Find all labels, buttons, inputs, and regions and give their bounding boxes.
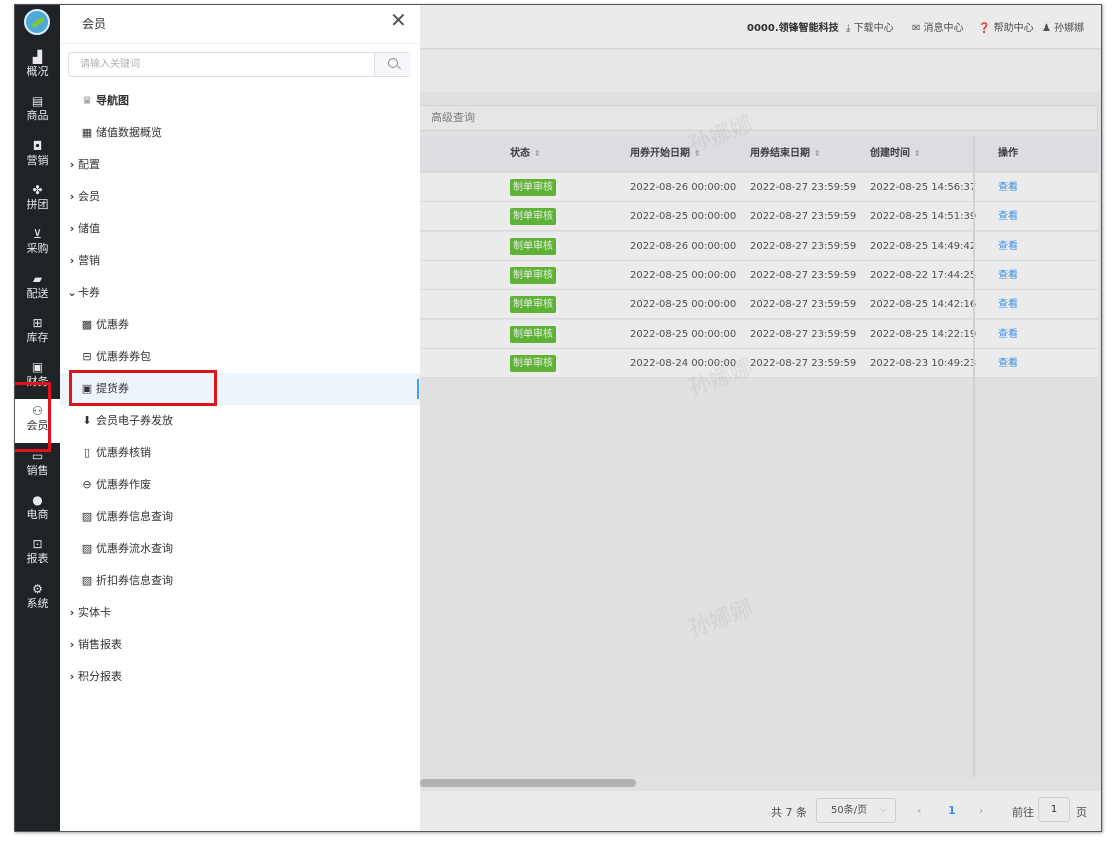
nav-item-label: 采购	[26, 242, 49, 256]
nav-item-label: 报表	[26, 552, 49, 566]
nav-item-label: 库存	[26, 330, 49, 344]
nav-item-10[interactable]: ● 电商	[15, 488, 60, 532]
phone-icon: ▯	[83, 446, 91, 459]
menu-group[interactable]: › 营销	[60, 245, 420, 277]
menu-item[interactable]: ▩ 优惠券	[60, 309, 420, 341]
minus-circle-icon: ⊖	[82, 478, 92, 491]
nav-item-label: 拼团	[26, 197, 49, 211]
coupon-pack-icon: ⊟	[82, 350, 92, 363]
chevron-right-icon: ›	[69, 158, 75, 171]
menu-item-label: 优惠券作废	[96, 478, 151, 491]
chevron-right-icon: ›	[69, 190, 75, 203]
nav-item-label: 销售	[26, 463, 49, 477]
menu-item[interactable]: ♕ 导航图	[60, 85, 420, 117]
cart-icon: ⊻	[33, 227, 42, 242]
menu-group[interactable]: ⌄ 卡券	[60, 277, 420, 309]
panel-divider	[60, 43, 420, 44]
bag-icon: ◘	[32, 138, 43, 153]
document-icon: ▤	[31, 94, 44, 109]
menu-item-label: 储值数据概览	[96, 126, 162, 139]
chevron-right-icon: ›	[69, 670, 75, 683]
chevron-right-icon: ›	[69, 638, 75, 651]
nav-item-label: 商品	[26, 109, 49, 123]
member-menu-panel: 会员 ✕ ♕导航图▦储值数据概览›配置›会员›储值›营销⌄卡券▩优惠券⊟优惠券券…	[60, 5, 420, 831]
nav-item-12[interactable]: ⚙ 系统	[15, 577, 60, 621]
menu-item-label: 优惠券流水查询	[96, 542, 173, 555]
chevron-right-icon: ›	[69, 222, 75, 235]
truck-icon: ▰	[32, 271, 43, 286]
board-icon: ⊡	[32, 537, 43, 552]
menu-item-label: 卡券	[78, 286, 100, 299]
nav-item-1[interactable]: ▤ 商品	[15, 89, 60, 133]
person-icon: ●	[32, 493, 43, 507]
download-icon: ⬇	[82, 414, 92, 427]
chart-icon: ▦	[81, 126, 93, 139]
wallet-icon: ▣	[31, 360, 44, 375]
menu-item[interactable]: ▯ 优惠券核销	[60, 437, 420, 469]
menu-group[interactable]: › 实体卡	[60, 597, 420, 629]
nav-item-label: 营销	[26, 153, 49, 167]
panel-title: 会员	[82, 17, 107, 31]
chevron-right-icon: ›	[69, 254, 75, 267]
menu-item-label: 储值	[78, 222, 100, 235]
menu-item-label: 折扣券信息查询	[96, 574, 173, 587]
nav-item-3[interactable]: ✤ 拼团	[15, 178, 60, 222]
menu-item-label: 导航图	[96, 94, 129, 107]
menu-item[interactable]: ▨ 折扣券信息查询	[60, 565, 420, 597]
nav-item-label: 系统	[26, 596, 49, 610]
menu-item-label: 优惠券核销	[96, 446, 151, 459]
nav-item-11[interactable]: ⊡ 报表	[15, 532, 60, 576]
building-icon: ▟	[32, 50, 43, 64]
app-window: ▟ 概况 ▤ 商品 ◘ 营销 ✤ 拼团 ⊻ 采购 ▰ 配送 ⊞ 库存 ▣ 财务 ⚇ 会员 ▭ 销售 ● 电商 ⊡ 报表 ⚙ 系统 …	[14, 4, 1102, 832]
menu-group[interactable]: › 配置	[60, 149, 420, 181]
menu-group[interactable]: › 储值	[60, 213, 420, 245]
menu-item-label: 会员	[78, 190, 100, 203]
menu-item-label: 积分报表	[78, 670, 122, 683]
box-icon: ⊞	[32, 315, 43, 330]
menu-item[interactable]: ⬇ 会员电子券发放	[60, 405, 420, 437]
nav-item-label: 概况	[26, 65, 49, 78]
menu-item-label: 会员电子券发放	[96, 414, 173, 427]
menu-item-label: 优惠券券包	[96, 350, 151, 363]
nav-item-6[interactable]: ⊞ 库存	[15, 311, 60, 355]
menu-item[interactable]: ⊟ 优惠券券包	[60, 341, 420, 373]
coupon-icon: ▩	[81, 318, 93, 331]
calendar-icon: ▨	[81, 510, 93, 523]
chevron-right-icon: ›	[69, 606, 75, 619]
calendar-icon: ▨	[81, 574, 93, 587]
menu-item-label: 实体卡	[78, 606, 111, 619]
menu-item[interactable]: ▨ 优惠券流水查询	[60, 533, 420, 565]
grid-icon: ✤	[32, 182, 43, 197]
nav-item-2[interactable]: ◘ 营销	[15, 134, 60, 178]
chevron-down-icon: ⌄	[67, 286, 77, 299]
nav-item-5[interactable]: ▰ 配送	[15, 267, 60, 311]
close-icon[interactable]: ✕	[390, 10, 410, 30]
menu-item-label: 优惠券	[96, 318, 129, 331]
menu-group[interactable]: › 积分报表	[60, 661, 420, 693]
nav-item-label: 配送	[26, 286, 49, 300]
highlight-box-member-nav	[15, 382, 51, 452]
menu-group[interactable]: › 会员	[60, 181, 420, 213]
modal-overlay[interactable]	[420, 5, 1101, 831]
nav-item-0[interactable]: ▟ 概况	[15, 45, 60, 89]
menu-item-label: 配置	[78, 158, 100, 171]
menu-item[interactable]: ⊖ 优惠券作废	[60, 469, 420, 501]
menu-item[interactable]: ▨ 优惠券信息查询	[60, 501, 420, 533]
highlight-box-pickup-voucher	[69, 370, 217, 406]
settings-icon: ⚙	[32, 581, 43, 596]
nav-item-4[interactable]: ⊻ 采购	[15, 222, 60, 266]
menu-search	[68, 52, 411, 77]
calendar-icon: ▨	[81, 542, 93, 555]
menu-search-input[interactable]	[69, 53, 374, 76]
nav-item-label: 电商	[26, 508, 49, 521]
search-icon[interactable]	[374, 53, 411, 76]
menu-item[interactable]: ▦ 储值数据概览	[60, 117, 420, 149]
menu-group[interactable]: › 销售报表	[60, 629, 420, 661]
menu-item-label: 营销	[78, 254, 100, 267]
menu-item-label: 优惠券信息查询	[96, 510, 173, 523]
menu-item-label: 销售报表	[78, 638, 122, 651]
navigation-map-icon: ♕	[82, 94, 92, 107]
logo-icon	[24, 9, 50, 35]
